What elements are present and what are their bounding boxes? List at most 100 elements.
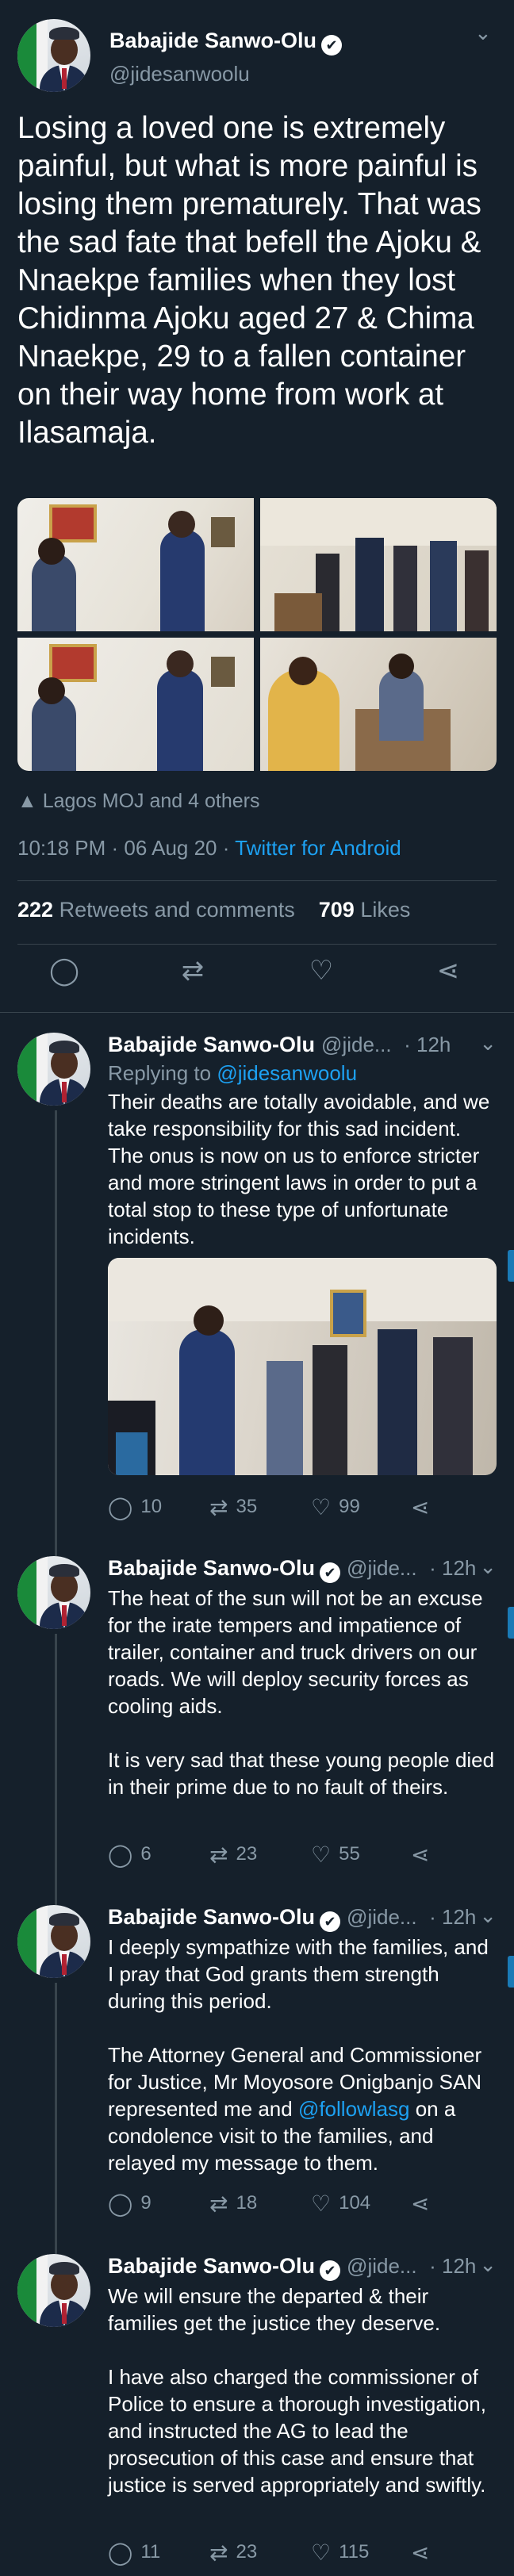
thread-line [55, 1634, 57, 1884]
reply-actions: ◯ 6 ⇄ 23 ♡ 55 ⋖ [108, 1842, 497, 1870]
tweet-time: · 12h [429, 2254, 477, 2278]
chevron-down-icon[interactable]: ⌄ [474, 21, 492, 45]
like-icon: ♡ [311, 1495, 332, 1520]
reply-icon: ◯ [108, 2540, 133, 2565]
author-handle[interactable]: @jide... [347, 1556, 417, 1580]
thread-line [55, 2233, 57, 2254]
author-handle[interactable]: @jide... [321, 1033, 392, 1056]
tweet-meta: 10:18 PM · 06 Aug 20 · Twitter for Andro… [17, 836, 401, 861]
replying-to: Replying to @jidesanwoolu [108, 1061, 358, 1085]
author-name[interactable]: Babajide Sanwo-Olu ✔ @jide... · 12h [108, 2254, 476, 2281]
tweet-text: Losing a loved one is extremely painful,… [17, 111, 481, 450]
chevron-down-icon[interactable]: ⌄ [479, 1031, 497, 1056]
tweet-time: · 12h [404, 1033, 451, 1056]
like-icon: ♡ [311, 2540, 332, 2565]
likes-label[interactable]: Likes [360, 898, 410, 922]
reply-icon[interactable]: ◯ [44, 955, 84, 987]
author-avatar[interactable] [17, 19, 90, 92]
retweets-count[interactable]: 222 [17, 898, 53, 922]
reply-button[interactable]: ◯ 11 [108, 2540, 160, 2566]
verified-badge-icon: ✔ [321, 35, 343, 56]
author-avatar[interactable] [17, 1033, 90, 1106]
retweeted-by-label: Lagos MOJ and 4 others [42, 790, 260, 812]
mention-link[interactable]: @followlasg [298, 2097, 410, 2121]
reply-icon: ◯ [108, 1495, 133, 1520]
share-icon: ⋖ [411, 1842, 430, 1867]
share-button[interactable]: ⋖ [411, 1842, 437, 1868]
thread-line [55, 1535, 57, 1556]
reply-button[interactable]: ◯ 9 [108, 2191, 152, 2217]
reply-actions: ◯ 11 ⇄ 23 ♡ 115 ⋖ [108, 2540, 497, 2568]
tweet-photo-3[interactable] [17, 638, 254, 771]
tweet-actions: ◯ ⇄ ♡ ⋖ [0, 955, 514, 999]
tweet-time: · 12h [429, 1905, 477, 1929]
author-handle[interactable]: @jide... [347, 1905, 417, 1929]
retweet-icon[interactable]: ⇄ [173, 955, 213, 987]
replying-to-link[interactable]: @jidesanwoolu [217, 1061, 357, 1085]
chevron-down-icon[interactable]: ⌄ [479, 1903, 497, 1928]
likes-count[interactable]: 709 [319, 898, 355, 922]
reply-icon: ◯ [108, 2191, 133, 2216]
reply-tweet[interactable]: Babajide Sanwo-Olu ✔ @jide... · 12h ⌄ We w… [0, 2233, 514, 2576]
reply-photo[interactable] [108, 1258, 497, 1475]
author-name[interactable]: Babajide Sanwo-Olu ✔ @jide... · 12h [108, 1905, 476, 1932]
tweet-client-link[interactable]: Twitter for Android [235, 836, 401, 860]
like-icon[interactable]: ♡ [301, 955, 341, 987]
author-name[interactable]: Babajide Sanwo-Olu @jide... · 12h [108, 1033, 451, 1057]
retweet-icon: ⇄ [209, 1495, 228, 1520]
like-icon: ♡ [311, 2191, 332, 2216]
reply-tweet[interactable]: Babajide Sanwo-Olu @jide... · 12h ⌄ Reply… [0, 1012, 514, 1535]
chevron-down-icon[interactable]: ⌄ [479, 1554, 497, 1579]
retweet-button[interactable]: ⇄ 35 [209, 1494, 257, 1520]
like-button[interactable]: ♡ 99 [311, 1494, 360, 1520]
share-icon[interactable]: ⋖ [428, 955, 468, 987]
reply-text: We will ensure the departed & their fami… [108, 2283, 497, 2498]
verified-badge-icon: ✔ [320, 2260, 341, 2281]
retweeted-by-row[interactable]: ▲ Lagos MOJ and 4 others [17, 790, 259, 813]
reply-actions: ◯ 10 ⇄ 35 ♡ 99 ⋖ [108, 1494, 497, 1523]
reply-paragraph: It is very sad that these young people d… [108, 1748, 495, 1799]
like-button[interactable]: ♡ 115 [311, 2540, 369, 2566]
tweet-timestamp: 10:18 PM · 06 Aug 20 · [17, 836, 236, 860]
tweet-stats: 222 Retweets and comments 709 Likes [17, 898, 410, 922]
reply-button[interactable]: ◯ 10 [108, 1494, 162, 1520]
author-avatar[interactable] [17, 1905, 90, 1978]
like-icon: ♡ [311, 1842, 332, 1867]
retweets-label[interactable]: Retweets and comments [59, 898, 295, 922]
share-icon: ⋖ [411, 2191, 430, 2216]
tweet-photo-2[interactable] [260, 498, 497, 631]
author-name[interactable]: Babajide Sanwo-Olu ✔ [109, 29, 343, 56]
reply-paragraph: The heat of the sun will not be an excus… [108, 1586, 483, 1718]
share-button[interactable]: ⋖ [411, 2191, 437, 2217]
reply-paragraph: I have also charged the commissioner of … [108, 2365, 486, 2497]
retweet-button[interactable]: ⇄ 23 [209, 2540, 257, 2566]
share-button[interactable]: ⋖ [411, 2540, 437, 2566]
reply-paragraph: We will ensure the departed & their fami… [108, 2284, 441, 2335]
tweet-photo-grid [17, 498, 497, 771]
verified-badge-icon: ✔ [320, 1562, 341, 1583]
reply-text: The heat of the sun will not be an excus… [108, 1585, 497, 1800]
reply-tweet[interactable]: Babajide Sanwo-Olu ✔ @jide... · 12h ⌄ I de… [0, 1884, 514, 2233]
retweet-icon: ⇄ [209, 1842, 228, 1867]
retweet-button[interactable]: ⇄ 18 [209, 2191, 257, 2217]
author-name[interactable]: Babajide Sanwo-Olu ✔ @jide... · 12h [108, 1556, 476, 1583]
author-avatar[interactable] [17, 2254, 90, 2327]
tweet-photo-4[interactable] [260, 638, 497, 771]
tweet-photo-1[interactable] [17, 498, 254, 631]
author-handle[interactable]: @jide... [347, 2254, 417, 2278]
like-button[interactable]: ♡ 104 [311, 2191, 370, 2217]
divider [17, 880, 497, 881]
reply-paragraph: The Attorney General and Commissioner fo… [108, 2043, 482, 2175]
retweet-button[interactable]: ⇄ 23 [209, 1842, 257, 1868]
reply-paragraph: I deeply sympathize with the families, a… [108, 1935, 489, 2013]
like-button[interactable]: ♡ 55 [311, 1842, 360, 1868]
reply-button[interactable]: ◯ 6 [108, 1842, 152, 1868]
author-handle[interactable]: @jidesanwoolu [109, 62, 250, 86]
author-avatar[interactable] [17, 1556, 90, 1629]
reply-text: I deeply sympathize with the families, a… [108, 1934, 497, 2176]
chevron-down-icon[interactable]: ⌄ [479, 2252, 497, 2277]
main-tweet: Babajide Sanwo-Olu ✔ @jidesanwoolu ⌄ Losi… [0, 0, 514, 1023]
share-button[interactable]: ⋖ [411, 1494, 437, 1520]
reply-actions: ◯ 9 ⇄ 18 ♡ 104 ⋖ [108, 2191, 497, 2219]
reply-tweet[interactable]: Babajide Sanwo-Olu ✔ @jide... · 12h ⌄ The … [0, 1535, 514, 1884]
